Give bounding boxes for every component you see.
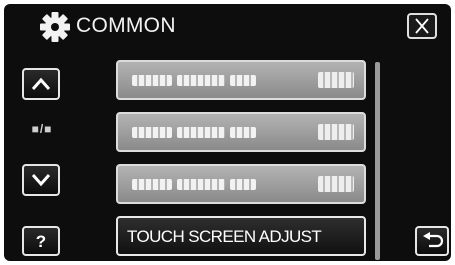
menu-screen: COMMON ■/■ ? TOUCH SCREEN ADJUST	[4, 4, 451, 261]
back-button[interactable]	[415, 226, 449, 256]
menu-item-touch-screen-adjust[interactable]: TOUCH SCREEN ADJUST	[116, 216, 366, 256]
menu-item-2[interactable]	[116, 112, 366, 152]
close-button[interactable]	[407, 13, 437, 39]
obscured-label	[132, 125, 272, 139]
obscured-value	[318, 72, 354, 88]
scrollbar[interactable]	[375, 62, 380, 260]
obscured-value	[318, 124, 354, 140]
help-label: ?	[35, 232, 47, 251]
help-button[interactable]: ?	[22, 226, 60, 256]
chevron-up-icon	[31, 77, 51, 90]
menu-item-1[interactable]	[116, 60, 366, 100]
obscured-label	[132, 73, 272, 87]
scroll-down-button[interactable]	[22, 164, 60, 196]
scroll-up-button[interactable]	[22, 68, 60, 100]
chevron-down-icon	[31, 174, 51, 187]
page-title: COMMON	[76, 14, 176, 37]
menu-item-3[interactable]	[116, 164, 366, 204]
obscured-label	[132, 177, 272, 191]
return-arrow-icon	[423, 232, 444, 248]
obscured-value	[318, 176, 354, 192]
page-indicator: ■/■	[31, 122, 53, 136]
header: COMMON	[4, 4, 451, 44]
menu-item-label: TOUCH SCREEN ADJUST	[127, 227, 322, 246]
gear-icon	[40, 12, 70, 42]
close-icon	[415, 18, 429, 34]
